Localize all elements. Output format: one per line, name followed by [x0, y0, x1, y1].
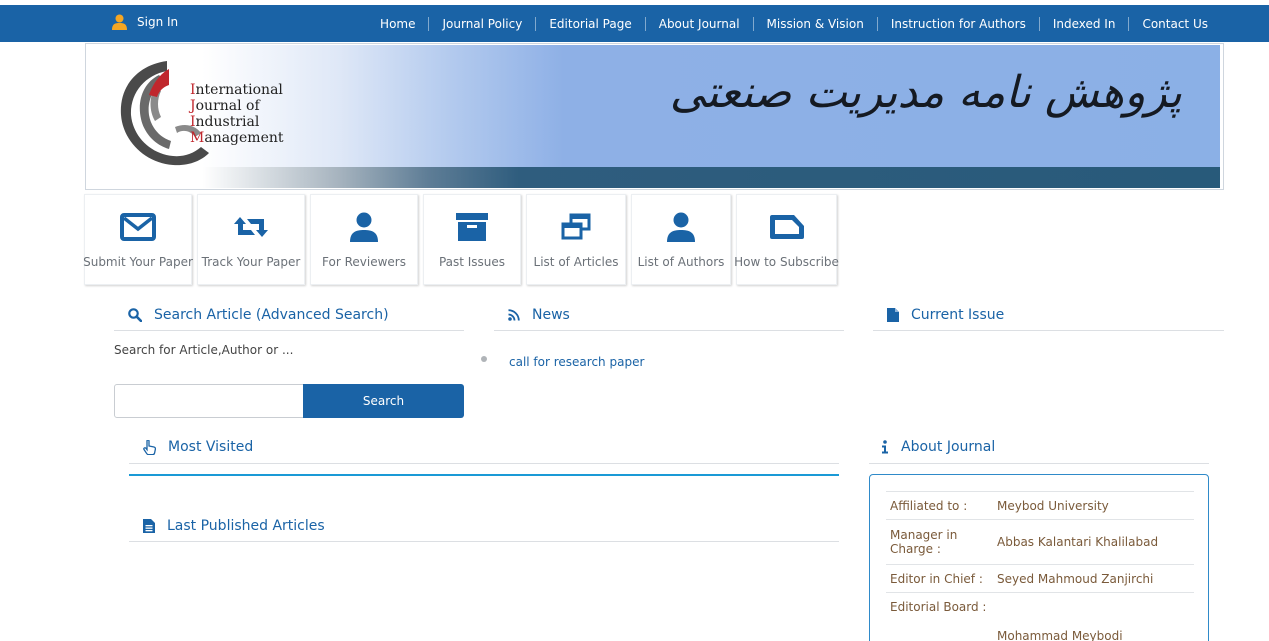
nav-instruction-for-authors[interactable]: Instruction for Authors [876, 16, 1039, 31]
tile-label: List of Authors [637, 255, 725, 269]
search-hint: Search for Article,Author or ... [114, 343, 294, 357]
last-published-title: Last Published Articles [167, 517, 325, 534]
about-key: Affiliated to : [886, 491, 993, 520]
about-journal-title: About Journal [901, 439, 996, 455]
sign-in-link[interactable]: Sign In [112, 14, 178, 30]
envelope-icon [120, 213, 156, 241]
current-issue-title: Current Issue [911, 306, 1005, 323]
about-row: Affiliated to : Meybod University [886, 491, 1194, 520]
tile-list-of-articles[interactable]: List of Articles [526, 194, 626, 285]
about-key [886, 621, 993, 641]
most-visited-section-header: Most Visited [129, 431, 839, 464]
tile-label: For Reviewers [322, 255, 406, 269]
about-key: Editor in Chief : [886, 564, 993, 593]
tile-submit-your-paper[interactable]: Submit Your Paper [83, 194, 193, 285]
search-section-title[interactable]: Search Article (Advanced Search) [154, 307, 389, 323]
about-row: Mohammad Meybodi [886, 621, 1194, 641]
search-input[interactable] [114, 384, 304, 418]
about-row: Manager in Charge : Abbas Kalantari Khal… [886, 519, 1194, 565]
about-value: Mohammad Meybodi [997, 628, 1123, 641]
tile-label: List of Articles [533, 255, 619, 269]
user-icon [350, 212, 378, 242]
about-journal-section-header: About Journal [869, 431, 1209, 464]
news-item[interactable]: call for research paper [481, 355, 644, 369]
most-visited-divider [129, 474, 839, 476]
hand-pointer-icon [143, 439, 156, 455]
last-published-section-header: Last Published Articles [129, 510, 839, 542]
search-section-header: Search Article (Advanced Search) [114, 299, 464, 331]
nav-mission-vision[interactable]: Mission & Vision [752, 16, 877, 31]
bullet-icon [481, 356, 487, 362]
nav-editorial-page[interactable]: Editorial Page [535, 16, 644, 31]
search-icon [128, 307, 142, 322]
nav-about-journal[interactable]: About Journal [644, 16, 753, 31]
user-icon [112, 14, 127, 30]
main-menu: Home Journal Policy Editorial Page About… [367, 5, 1221, 42]
nav-journal-policy[interactable]: Journal Policy [428, 16, 535, 31]
user-icon [667, 212, 695, 242]
top-navigation-bar: Sign In Home Journal Policy Editorial Pa… [0, 5, 1269, 42]
rss-icon [508, 308, 520, 321]
about-journal-box: Affiliated to : Meybod University Manage… [869, 474, 1209, 641]
file-text-icon [143, 518, 155, 533]
windows-icon [561, 213, 591, 240]
nav-indexed-in[interactable]: Indexed In [1038, 16, 1129, 31]
journal-logo: International Journal of Industrial Mana… [115, 57, 284, 169]
about-value: Seyed Mahmoud Zanjirchi [993, 564, 1194, 593]
news-section-title: News [532, 306, 570, 323]
tile-how-to-subscribe[interactable]: How to Subscribe [734, 194, 839, 285]
banner-background: International Journal of Industrial Mana… [89, 45, 1220, 188]
about-row: Editorial Board : [886, 592, 1194, 621]
about-journal-table: Affiliated to : Meybod University Manage… [886, 491, 1194, 641]
news-section-header: News [494, 299, 844, 331]
archive-icon [456, 213, 488, 241]
tile-label: Track Your Paper [201, 255, 301, 269]
search-button[interactable]: Search [303, 384, 464, 418]
tile-for-reviewers[interactable]: For Reviewers [310, 194, 418, 285]
nav-home[interactable]: Home [367, 17, 428, 31]
tile-list-of-authors[interactable]: List of Authors [631, 194, 731, 285]
about-value [993, 592, 1194, 621]
tile-past-issues[interactable]: Past Issues [423, 194, 521, 285]
tag-icon [769, 215, 804, 239]
about-value: Meybod University [993, 491, 1194, 520]
file-icon [887, 307, 899, 322]
tile-label: Past Issues [438, 255, 506, 269]
about-key: Manager in Charge : [886, 519, 993, 565]
logo-wordmark: International Journal of Industrial Mana… [190, 82, 284, 146]
journal-banner[interactable]: International Journal of Industrial Mana… [85, 43, 1224, 190]
retweet-icon [234, 217, 268, 237]
tile-label: Submit Your Paper [83, 255, 193, 269]
current-issue-section-header: Current Issue [873, 299, 1224, 331]
nav-contact-us[interactable]: Contact Us [1128, 16, 1221, 31]
about-value: Abbas Kalantari Khalilabad [993, 519, 1194, 565]
info-icon [882, 440, 888, 454]
about-key: Editorial Board : [886, 592, 993, 621]
news-item-label: call for research paper [509, 355, 645, 369]
tile-track-your-paper[interactable]: Track Your Paper [197, 194, 305, 285]
sign-in-label: Sign In [137, 15, 179, 29]
quick-links: Submit Your Paper Track Your Paper For R… [83, 194, 842, 285]
tile-label: How to Subscribe [734, 255, 839, 269]
persian-journal-title: پژوهش نامه مدیریت صنعتی [669, 67, 1182, 118]
most-visited-title: Most Visited [168, 439, 254, 455]
banner-stripe [89, 167, 1220, 188]
about-row: Editor in Chief : Seyed Mahmoud Zanjirch… [886, 564, 1194, 593]
